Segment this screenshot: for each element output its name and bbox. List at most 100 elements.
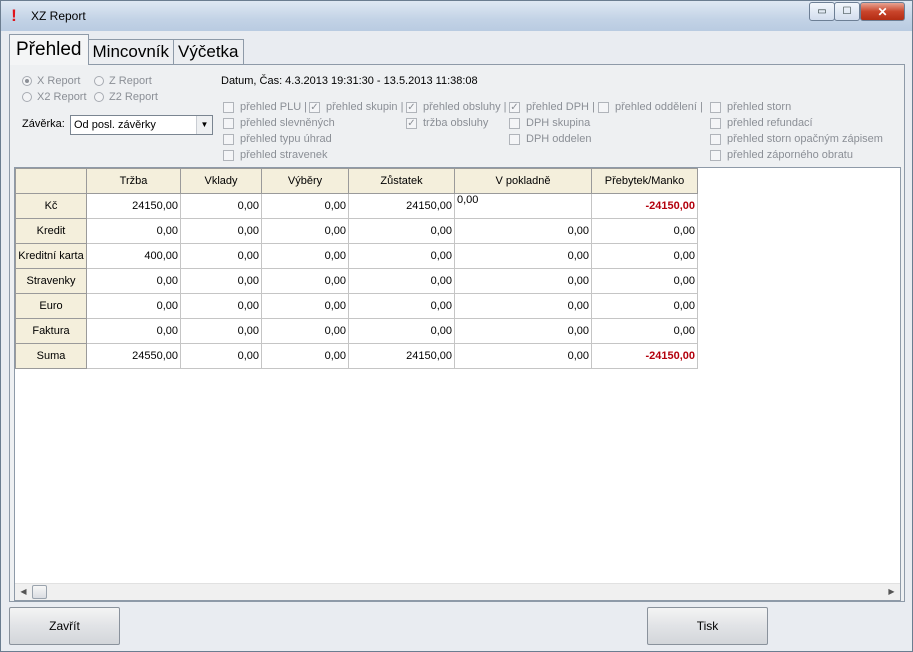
table-cell[interactable]: -24150,00 bbox=[591, 343, 698, 369]
column-header-trzba[interactable]: Tržba bbox=[86, 168, 181, 194]
scrollbar-thumb[interactable] bbox=[32, 585, 47, 599]
print-button[interactable]: Tisk bbox=[647, 607, 768, 645]
table-cell[interactable]: 0,00 bbox=[180, 218, 262, 244]
radio-z-report[interactable]: Z Report bbox=[94, 75, 152, 87]
table-cell[interactable]: 24550,00 bbox=[86, 343, 181, 369]
radio-x2-report[interactable]: X2 Report bbox=[22, 91, 87, 103]
grid-corner bbox=[15, 168, 87, 194]
table-cell[interactable]: 0,00 bbox=[86, 318, 181, 344]
table-cell[interactable]: 0,00 bbox=[180, 318, 262, 344]
table-cell[interactable]: 0,00 bbox=[454, 268, 592, 294]
zaverka-dropdown[interactable]: Od posl. závěrky ▼ bbox=[70, 115, 213, 135]
table-cell[interactable]: 0,00 bbox=[261, 268, 349, 294]
scroll-right-icon[interactable]: ▶ bbox=[883, 584, 900, 600]
checkbox-label: přehled skupin bbox=[326, 101, 398, 113]
chevron-down-icon[interactable]: ▼ bbox=[196, 116, 212, 134]
row-header[interactable]: Stravenky bbox=[15, 268, 87, 294]
table-cell[interactable]: 0,00 bbox=[591, 293, 698, 319]
column-header-vklady[interactable]: Vklady bbox=[180, 168, 262, 194]
table-cell-editing[interactable]: 0,00 bbox=[454, 193, 592, 219]
table-cell[interactable]: 0,00 bbox=[180, 293, 262, 319]
table-cell[interactable]: 24150,00 bbox=[86, 193, 181, 219]
table-cell[interactable]: 0,00 bbox=[180, 268, 262, 294]
minimize-button[interactable]: ▭ bbox=[809, 2, 835, 21]
checkbox-prehled-obsluhy[interactable]: ✓ přehled obsluhy | bbox=[406, 101, 510, 113]
table-cell[interactable]: 0,00 bbox=[86, 268, 181, 294]
date-range: Datum, Čas: 4.3.2013 19:31:30 - 13.5.201… bbox=[221, 75, 478, 87]
table-cell[interactable]: 0,00 bbox=[180, 343, 262, 369]
column-header-vybery[interactable]: Výběry bbox=[261, 168, 349, 194]
checkbox-prehled-dph[interactable]: ✓ přehled DPH | bbox=[509, 101, 598, 113]
table-cell[interactable]: 0,00 bbox=[261, 293, 349, 319]
scroll-left-icon[interactable]: ◀ bbox=[15, 584, 32, 600]
table-cell[interactable]: 0,00 bbox=[591, 318, 698, 344]
table-cell[interactable]: 0,00 bbox=[591, 243, 698, 269]
tab-vycetka[interactable]: Výčetka bbox=[173, 39, 244, 65]
table-cell[interactable]: 0,00 bbox=[454, 318, 592, 344]
column-header-v-pokladne[interactable]: V pokladně bbox=[454, 168, 592, 194]
table-cell[interactable]: 0,00 bbox=[348, 243, 455, 269]
tab-mincovnik[interactable]: Mincovník bbox=[87, 39, 175, 65]
row-header[interactable]: Euro bbox=[15, 293, 87, 319]
table-cell[interactable]: 0,00 bbox=[261, 193, 349, 219]
close-button[interactable]: ✕ bbox=[860, 2, 905, 21]
checkbox-dph-skupina[interactable]: DPH skupina bbox=[509, 117, 590, 129]
table-row: Euro 0,00 0,00 0,00 0,00 0,00 0,00 bbox=[15, 293, 698, 319]
checkbox-prehled-refundaci[interactable]: přehled refundací bbox=[710, 117, 813, 129]
checkbox-prehled-storn[interactable]: přehled storn bbox=[710, 101, 791, 113]
table-cell[interactable]: 0,00 bbox=[591, 218, 698, 244]
checkbox-prehled-slevnenych[interactable]: přehled slevněných bbox=[223, 117, 335, 129]
table-cell[interactable]: 0,00 bbox=[454, 243, 592, 269]
table-cell[interactable]: 0,00 bbox=[261, 218, 349, 244]
close-report-button[interactable]: Zavřít bbox=[9, 607, 120, 645]
row-header[interactable]: Suma bbox=[15, 343, 87, 369]
row-header[interactable]: Kredit bbox=[15, 218, 87, 244]
checkbox-box bbox=[710, 149, 721, 161]
table-cell[interactable]: 24150,00 bbox=[348, 193, 455, 219]
checkbox-box bbox=[509, 133, 520, 145]
table-cell[interactable]: 0,00 bbox=[454, 343, 592, 369]
radio-x-report[interactable]: X Report bbox=[22, 75, 80, 87]
table-cell[interactable]: 0,00 bbox=[86, 293, 181, 319]
checkbox-trzba-obsluhy[interactable]: ✓ tržba obsluhy bbox=[406, 117, 488, 129]
checkbox-prehled-oddeleni[interactable]: přehled oddělení | bbox=[598, 101, 706, 113]
checkbox-box bbox=[710, 101, 721, 113]
table-cell[interactable]: 0,00 bbox=[261, 318, 349, 344]
checkbox-label: přehled storn bbox=[727, 101, 792, 113]
checkbox-box: ✓ bbox=[406, 101, 417, 113]
report-grid[interactable]: Tržba Vklady Výběry Zůstatek V pokladně … bbox=[14, 167, 901, 601]
title-bar[interactable]: ! XZ Report ▭ ☐ ✕ bbox=[1, 1, 912, 31]
checkbox-prehled-zaporneho[interactable]: přehled záporného obratu bbox=[710, 149, 853, 161]
table-cell[interactable]: 0,00 bbox=[261, 343, 349, 369]
table-cell[interactable]: 24150,00 bbox=[348, 343, 455, 369]
table-cell[interactable]: 0,00 bbox=[86, 218, 181, 244]
row-header[interactable]: Kreditní karta bbox=[15, 243, 87, 269]
table-cell[interactable]: 0,00 bbox=[348, 218, 455, 244]
table-cell[interactable]: 0,00 bbox=[454, 218, 592, 244]
table-cell[interactable]: 0,00 bbox=[348, 318, 455, 344]
maximize-button[interactable]: ☐ bbox=[834, 2, 860, 21]
checkbox-dph-oddelen[interactable]: DPH oddelen bbox=[509, 133, 591, 145]
table-cell[interactable]: 400,00 bbox=[86, 243, 181, 269]
tab-prehled[interactable]: Přehled bbox=[9, 34, 89, 65]
table-cell[interactable]: 0,00 bbox=[180, 243, 262, 269]
table-cell[interactable]: 0,00 bbox=[261, 243, 349, 269]
table-cell[interactable]: 0,00 bbox=[180, 193, 262, 219]
checkbox-prehled-stravenek[interactable]: přehled stravenek bbox=[223, 149, 327, 161]
checkbox-prehled-storn-opacnym[interactable]: přehled storn opačným zápisem bbox=[710, 133, 883, 145]
table-cell[interactable]: 0,00 bbox=[348, 268, 455, 294]
checkbox-prehled-skupin[interactable]: ✓ přehled skupin | bbox=[309, 101, 406, 113]
checkbox-prehled-plu[interactable]: přehled PLU | bbox=[223, 101, 310, 113]
table-cell[interactable]: -24150,00 bbox=[591, 193, 698, 219]
table-cell[interactable]: 0,00 bbox=[348, 293, 455, 319]
row-header[interactable]: Kč bbox=[15, 193, 87, 219]
table-cell[interactable]: 0,00 bbox=[454, 293, 592, 319]
column-header-prebytek-manko[interactable]: Přebytek/Manko bbox=[591, 168, 698, 194]
table-cell[interactable]: 0,00 bbox=[591, 268, 698, 294]
separator: | bbox=[400, 101, 404, 113]
checkbox-prehled-typu-uhrad[interactable]: přehled typu úhrad bbox=[223, 133, 332, 145]
column-header-zustatek[interactable]: Zůstatek bbox=[348, 168, 455, 194]
horizontal-scrollbar[interactable]: ◀ ▶ bbox=[15, 583, 900, 600]
radio-z2-report[interactable]: Z2 Report bbox=[94, 91, 158, 103]
row-header[interactable]: Faktura bbox=[15, 318, 87, 344]
